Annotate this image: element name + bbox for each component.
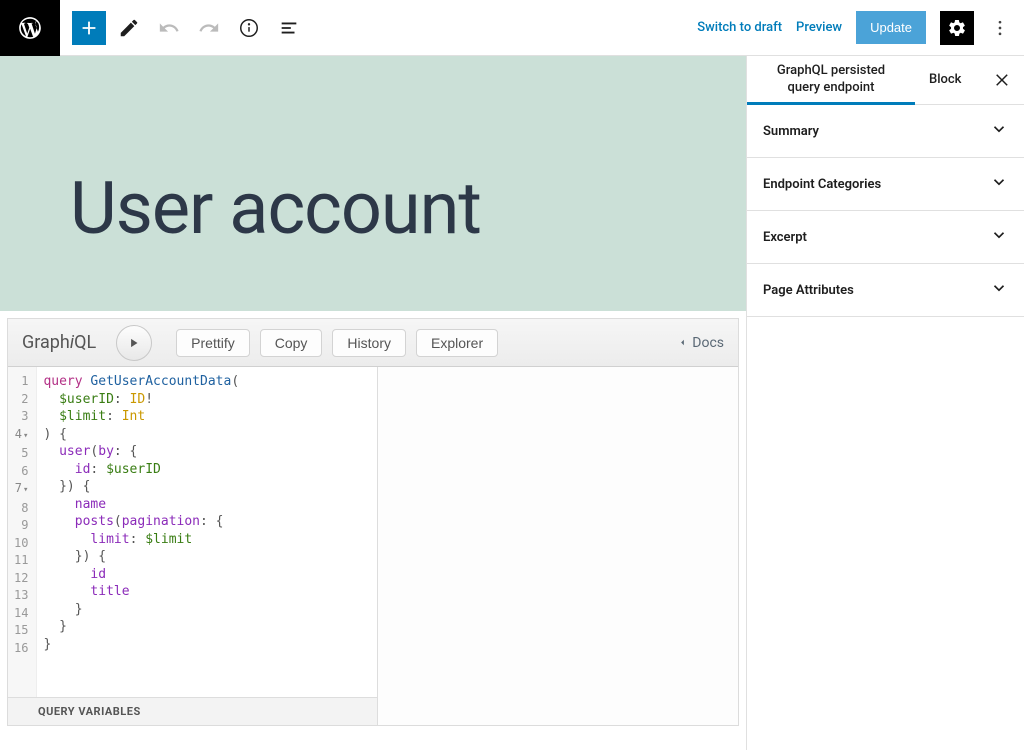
sidebar-close-button[interactable]: [982, 56, 1024, 104]
docs-label: Docs: [692, 335, 724, 351]
plus-icon: [78, 17, 100, 39]
preview-link[interactable]: Preview: [796, 20, 842, 35]
toolbar-right: Switch to draft Preview Update: [697, 11, 1024, 45]
chevron-down-icon: [990, 173, 1008, 195]
pencil-icon: [118, 17, 140, 39]
graphiql-logo: GraphiQL: [22, 332, 96, 353]
main-area: User account GraphiQL Prettify Copy Hist…: [0, 56, 1024, 750]
editor-canvas: User account GraphiQL Prettify Copy Hist…: [0, 56, 746, 750]
update-button[interactable]: Update: [856, 11, 926, 44]
close-icon: [994, 71, 1012, 89]
page-title[interactable]: User account: [70, 166, 746, 251]
settings-button[interactable]: [940, 11, 974, 45]
tab-graphql-endpoint[interactable]: GraphQL persisted query endpoint: [747, 56, 915, 106]
gear-icon: [947, 18, 967, 38]
copy-button[interactable]: Copy: [260, 329, 323, 357]
wordpress-icon: [17, 15, 43, 41]
graphiql-body: 12345678910111213141516 query GetUserAcc…: [8, 367, 738, 725]
sidebar-panel[interactable]: Page Attributes: [747, 264, 1024, 317]
toolbar-left: [60, 11, 306, 45]
switch-to-draft-link[interactable]: Switch to draft: [697, 20, 782, 35]
edit-button[interactable]: [112, 11, 146, 45]
more-options-button[interactable]: [988, 11, 1012, 45]
undo-button[interactable]: [152, 11, 186, 45]
play-icon: [127, 336, 141, 350]
wordpress-logo[interactable]: [0, 0, 60, 56]
info-icon: [238, 17, 260, 39]
top-bar: Switch to draft Preview Update: [0, 0, 1024, 56]
query-editor: 12345678910111213141516 query GetUserAcc…: [8, 367, 378, 725]
query-variables-header[interactable]: QUERY VARIABLES: [8, 697, 377, 725]
explorer-button[interactable]: Explorer: [416, 329, 498, 357]
line-gutter: 12345678910111213141516: [8, 367, 37, 697]
result-pane: [378, 367, 738, 725]
panel-title: Summary: [763, 124, 819, 139]
chevron-down-icon: [990, 226, 1008, 248]
chevron-down-icon: [990, 120, 1008, 142]
docs-toggle[interactable]: Docs: [677, 335, 724, 351]
code-text[interactable]: query GetUserAccountData( $userID: ID! $…: [37, 367, 243, 697]
kebab-icon: [990, 18, 1010, 38]
sidebar-panel[interactable]: Endpoint Categories: [747, 158, 1024, 211]
redo-icon: [198, 17, 220, 39]
info-button[interactable]: [232, 11, 266, 45]
sidebar-panels: Summary Endpoint Categories Excerpt Page At…: [747, 105, 1024, 317]
panel-title: Endpoint Categories: [763, 177, 881, 192]
tab-block[interactable]: Block: [915, 65, 975, 96]
graphiql-block: GraphiQL Prettify Copy History Explorer …: [7, 318, 739, 726]
execute-query-button[interactable]: [116, 325, 152, 361]
add-block-button[interactable]: [72, 11, 106, 45]
sidebar-tabs: GraphQL persisted query endpoint Block: [747, 56, 1024, 105]
chevron-down-icon: [990, 279, 1008, 301]
undo-icon: [158, 17, 180, 39]
sidebar: GraphQL persisted query endpoint Block S…: [746, 56, 1024, 750]
prettify-button[interactable]: Prettify: [176, 329, 250, 357]
sidebar-panel[interactable]: Excerpt: [747, 211, 1024, 264]
outline-button[interactable]: [272, 11, 306, 45]
sidebar-panel[interactable]: Summary: [747, 105, 1024, 158]
redo-button[interactable]: [192, 11, 226, 45]
panel-title: Page Attributes: [763, 283, 854, 298]
panel-title: Excerpt: [763, 230, 807, 245]
graphiql-toolbar: GraphiQL Prettify Copy History Explorer …: [8, 319, 738, 367]
history-button[interactable]: History: [332, 329, 406, 357]
title-zone: User account: [0, 56, 746, 311]
chevron-left-icon: [677, 337, 688, 348]
code-editor[interactable]: 12345678910111213141516 query GetUserAcc…: [8, 367, 377, 697]
list-icon: [278, 17, 300, 39]
